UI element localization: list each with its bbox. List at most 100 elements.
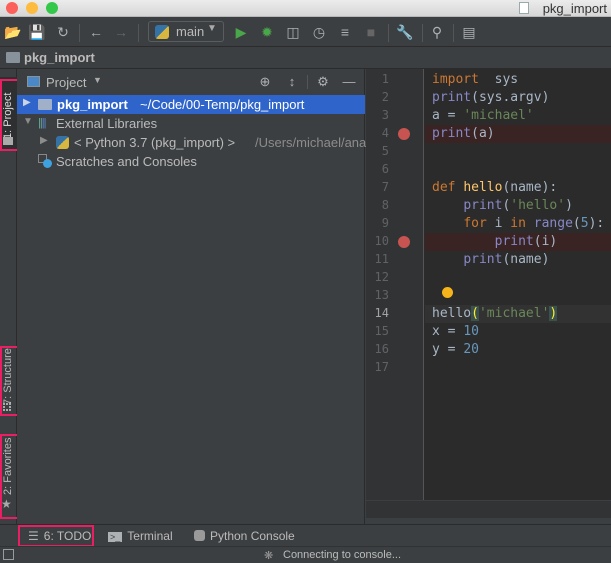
tree-item-label: Scratches and Consoles [56, 154, 197, 169]
folder-icon [38, 99, 52, 110]
code-token: ): [588, 216, 605, 231]
code-line[interactable]: for i in range(5): [425, 215, 611, 233]
project-view-selector[interactable]: Project [46, 75, 86, 90]
code-line[interactable] [425, 359, 611, 377]
code-line[interactable]: hello('michael') [425, 305, 611, 323]
header-separator [307, 75, 308, 89]
code-editor[interactable]: 1 2 3 4 5 6 7 8 9 10 11 12 13 14 15 16 17 import sys prin… [366, 69, 611, 518]
project-panel: Project ▼ ⊕ ↕ ⚙ — ▶ pkg_import ~/Code/00… [17, 69, 367, 524]
code-area[interactable]: import sys print(sys.argv) a = 'michael' pr… [425, 69, 611, 500]
locate-icon[interactable]: ⊕ [257, 74, 273, 90]
gear-icon[interactable]: ⚙ [315, 74, 331, 90]
collapse-arrow-icon[interactable]: ▼ [23, 116, 33, 127]
left-tool-stripe: 1: Project 7: Structure 2: Favorites ★ [0, 69, 30, 524]
toggle-tool-windows-icon[interactable] [3, 549, 14, 560]
concurrency-icon[interactable]: ≡ [336, 23, 354, 41]
profile-icon[interactable]: ◷ [310, 23, 328, 41]
settings-wrench-icon[interactable]: 🔧 [396, 23, 414, 41]
line-number[interactable]: 16 [375, 342, 389, 356]
minimize-window-button[interactable] [26, 2, 38, 14]
code-token: range [533, 216, 573, 231]
code-line[interactable]: print(i) [425, 233, 611, 251]
line-number[interactable]: 10 [375, 234, 389, 248]
line-number[interactable]: 3 [382, 108, 389, 122]
code-token: 'michael' [463, 108, 534, 123]
line-number[interactable]: 15 [375, 324, 389, 338]
code-token: print [432, 126, 472, 141]
line-number[interactable]: 4 [382, 126, 389, 140]
code-line[interactable]: print(a) [425, 125, 611, 143]
line-number[interactable]: 1 [382, 72, 389, 86]
tool-tab-python-console[interactable]: Python Console [194, 529, 295, 543]
editor-horizontal-scroll[interactable] [366, 500, 611, 518]
close-window-button[interactable] [6, 2, 18, 14]
code-token: 20 [463, 342, 479, 357]
code-token: in [510, 216, 534, 231]
line-number[interactable]: 14 [375, 306, 389, 320]
tree-item-scratches[interactable]: Scratches and Consoles [17, 152, 365, 171]
tree-item-external-libraries[interactable]: ▼ |||| External Libraries [17, 114, 365, 133]
library-icon: |||| [38, 117, 46, 129]
line-number[interactable]: 7 [382, 180, 389, 194]
line-number[interactable]: 12 [375, 270, 389, 284]
save-icon[interactable]: 💾 [28, 23, 46, 41]
line-number[interactable]: 6 [382, 162, 389, 176]
code-token: print [494, 234, 534, 249]
code-token: hello [432, 306, 472, 321]
tool-tab-terminal-label: Terminal [127, 529, 173, 543]
code-token: x = [432, 324, 464, 339]
code-line[interactable] [425, 143, 611, 161]
run-icon[interactable]: ▶ [232, 23, 250, 41]
code-token: import [432, 72, 479, 87]
lightbulb-icon[interactable] [442, 287, 453, 298]
open-folder-icon[interactable]: 📂 [4, 23, 22, 41]
code-line[interactable]: import sys [425, 71, 611, 89]
tool-tab-terminal[interactable]: >_ Terminal [108, 529, 173, 543]
code-line[interactable] [425, 161, 611, 179]
code-token: i [494, 216, 511, 231]
code-token: (name) [502, 252, 550, 267]
expand-arrow-icon[interactable]: ▶ [40, 135, 48, 146]
line-number[interactable]: 5 [382, 144, 389, 158]
tree-item-path: /Users/michael/ana [255, 135, 367, 150]
line-number[interactable]: 8 [382, 198, 389, 212]
search-icon[interactable]: ⚲ [428, 23, 446, 41]
chevron-down-icon[interactable]: ▼ [93, 75, 102, 85]
tree-item-path: ~/Code/00-Temp/pkg_import [140, 97, 305, 112]
line-number[interactable]: 2 [382, 90, 389, 104]
breakpoint-icon[interactable] [398, 128, 410, 140]
line-number[interactable]: 13 [375, 288, 389, 302]
line-number[interactable]: 9 [382, 216, 389, 230]
forward-arrow-icon[interactable]: → [112, 23, 130, 41]
code-token: hello [463, 180, 503, 195]
editor-gutter[interactable]: 1 2 3 4 5 6 7 8 9 10 11 12 13 14 15 16 17 [366, 69, 424, 500]
stop-icon[interactable]: ■ [362, 23, 380, 41]
tree-item-project-root[interactable]: ▶ pkg_import ~/Code/00-Temp/pkg_import [17, 95, 365, 114]
code-line[interactable]: x = 10 [425, 323, 611, 341]
code-line[interactable] [425, 269, 611, 287]
breakpoint-icon[interactable] [398, 236, 410, 248]
debug-icon[interactable]: ✹ [258, 23, 276, 41]
breadcrumb[interactable]: pkg_import [24, 50, 95, 65]
line-number[interactable]: 17 [375, 360, 389, 374]
run-with-coverage-icon[interactable]: ◫ [284, 23, 302, 41]
expand-arrow-icon[interactable]: ▶ [23, 97, 31, 108]
code-line[interactable]: a = 'michael' [425, 107, 611, 125]
minimize-icon[interactable]: — [341, 74, 357, 90]
run-configuration-selector[interactable]: main ▼ [148, 21, 224, 42]
code-token: for [463, 216, 495, 231]
maximize-window-button[interactable] [46, 2, 58, 14]
back-arrow-icon[interactable]: ← [87, 23, 105, 41]
code-line[interactable]: print('hello') [425, 197, 611, 215]
code-line[interactable]: print(name) [425, 251, 611, 269]
sync-icon[interactable]: ↻ [54, 23, 72, 41]
code-line[interactable]: def hello(name): [425, 179, 611, 197]
vcs-icon[interactable]: ▤ [460, 23, 478, 41]
code-line[interactable] [425, 287, 611, 305]
code-line[interactable]: print(sys.argv) [425, 89, 611, 107]
line-number[interactable]: 11 [375, 252, 389, 266]
code-line[interactable]: y = 20 [425, 341, 611, 359]
collapse-all-icon[interactable]: ↕ [284, 74, 300, 90]
tree-item-python-sdk[interactable]: ▶ < Python 3.7 (pkg_import) > /Users/mic… [17, 133, 367, 152]
